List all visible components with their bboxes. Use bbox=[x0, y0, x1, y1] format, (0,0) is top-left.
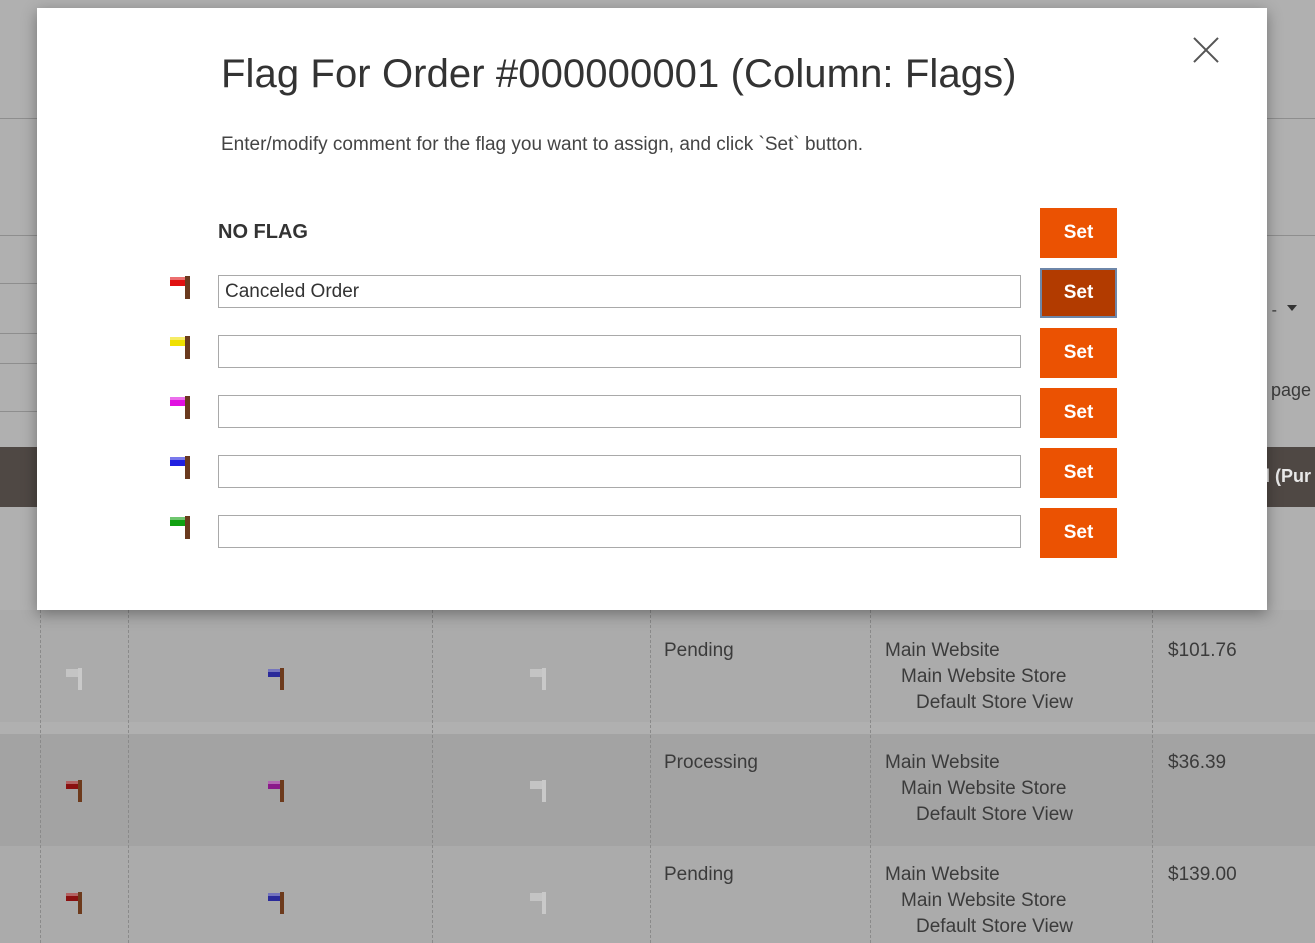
flag-yellow-comment-input[interactable] bbox=[218, 335, 1021, 368]
set-flag-yellow-button[interactable]: Set bbox=[1040, 328, 1117, 378]
flag-empty-icon[interactable] bbox=[530, 780, 550, 802]
grid-header-partial: l (Pur bbox=[1264, 466, 1311, 486]
column-divider bbox=[128, 610, 129, 943]
flag-green-comment-input[interactable] bbox=[218, 515, 1021, 548]
table-row[interactable] bbox=[0, 734, 1315, 846]
website-text: Main Website bbox=[885, 752, 1000, 773]
flag-yellow-icon bbox=[168, 336, 192, 360]
flag-row-magenta: Set bbox=[37, 388, 1267, 438]
status-cell: Pending bbox=[664, 864, 734, 885]
bg-divider bbox=[0, 283, 37, 284]
flag-magenta-comment-input[interactable] bbox=[218, 395, 1021, 428]
set-flag-green-button[interactable]: Set bbox=[1040, 508, 1117, 558]
column-divider bbox=[40, 610, 41, 943]
flag-blue-icon[interactable] bbox=[268, 668, 288, 690]
store-text: Main Website Store bbox=[901, 778, 1067, 799]
modal-title: Flag For Order #000000001 (Column: Flags… bbox=[221, 52, 1017, 96]
column-divider bbox=[650, 610, 651, 943]
set-flag-magenta-button[interactable]: Set bbox=[1040, 388, 1117, 438]
amount-cell: $139.00 bbox=[1168, 864, 1237, 885]
status-cell: Pending bbox=[664, 640, 734, 661]
website-text: Main Website bbox=[885, 640, 1000, 661]
flag-red-icon bbox=[168, 276, 192, 300]
amount-cell: $36.39 bbox=[1168, 752, 1227, 773]
flag-blue-comment-input[interactable] bbox=[218, 455, 1021, 488]
chevron-down-icon[interactable] bbox=[1287, 305, 1297, 311]
flag-magenta-icon[interactable] bbox=[268, 780, 288, 802]
amount-cell: $101.76 bbox=[1168, 640, 1237, 661]
store-cell: Main Website Main Website Store Default … bbox=[885, 862, 1073, 940]
modal-description: Enter/modify comment for the flag you wa… bbox=[221, 134, 864, 155]
column-divider bbox=[1152, 610, 1153, 943]
store-text: Main Website Store bbox=[901, 666, 1067, 687]
bg-dropdown-dash: - bbox=[1271, 302, 1277, 319]
flag-empty-icon[interactable] bbox=[66, 668, 86, 690]
bg-divider bbox=[0, 411, 37, 412]
website-text: Main Website bbox=[885, 864, 1000, 885]
flag-empty-icon[interactable] bbox=[530, 668, 550, 690]
flag-red-icon[interactable] bbox=[66, 780, 86, 802]
column-divider bbox=[432, 610, 433, 943]
flag-empty-icon[interactable] bbox=[530, 892, 550, 914]
bg-divider bbox=[0, 333, 37, 334]
bg-divider bbox=[0, 363, 37, 364]
flag-row-green: Set bbox=[37, 508, 1267, 558]
set-no-flag-button[interactable]: Set bbox=[1040, 208, 1117, 258]
set-flag-red-button[interactable]: Set bbox=[1040, 268, 1117, 318]
flag-row-blue: Set bbox=[37, 448, 1267, 498]
flag-magenta-icon bbox=[168, 396, 192, 420]
store-cell: Main Website Main Website Store Default … bbox=[885, 750, 1073, 828]
store-cell: Main Website Main Website Store Default … bbox=[885, 638, 1073, 716]
flag-blue-icon[interactable] bbox=[268, 892, 288, 914]
store-text: Main Website Store bbox=[901, 890, 1067, 911]
flag-row-red: Set bbox=[37, 268, 1267, 318]
bg-per-page-text: r page bbox=[1259, 380, 1311, 400]
flag-modal: Flag For Order #000000001 (Column: Flags… bbox=[37, 8, 1267, 610]
status-cell: Processing bbox=[664, 752, 758, 773]
flag-green-icon bbox=[168, 516, 192, 540]
flag-blue-icon bbox=[168, 456, 192, 480]
store-view-text: Default Store View bbox=[916, 804, 1074, 825]
table-row[interactable] bbox=[0, 610, 1315, 722]
store-view-text: Default Store View bbox=[916, 692, 1074, 713]
flag-red-comment-input[interactable] bbox=[218, 275, 1021, 308]
flag-red-icon[interactable] bbox=[66, 892, 86, 914]
set-flag-blue-button[interactable]: Set bbox=[1040, 448, 1117, 498]
close-icon[interactable] bbox=[1186, 30, 1226, 70]
column-divider bbox=[870, 610, 871, 943]
table-row[interactable] bbox=[0, 846, 1315, 943]
no-flag-label: NO FLAG bbox=[218, 221, 308, 243]
orders-grid: Pending Main Website Main Website Store … bbox=[0, 610, 1315, 943]
store-view-text: Default Store View bbox=[916, 916, 1074, 937]
flag-row-yellow: Set bbox=[37, 328, 1267, 378]
